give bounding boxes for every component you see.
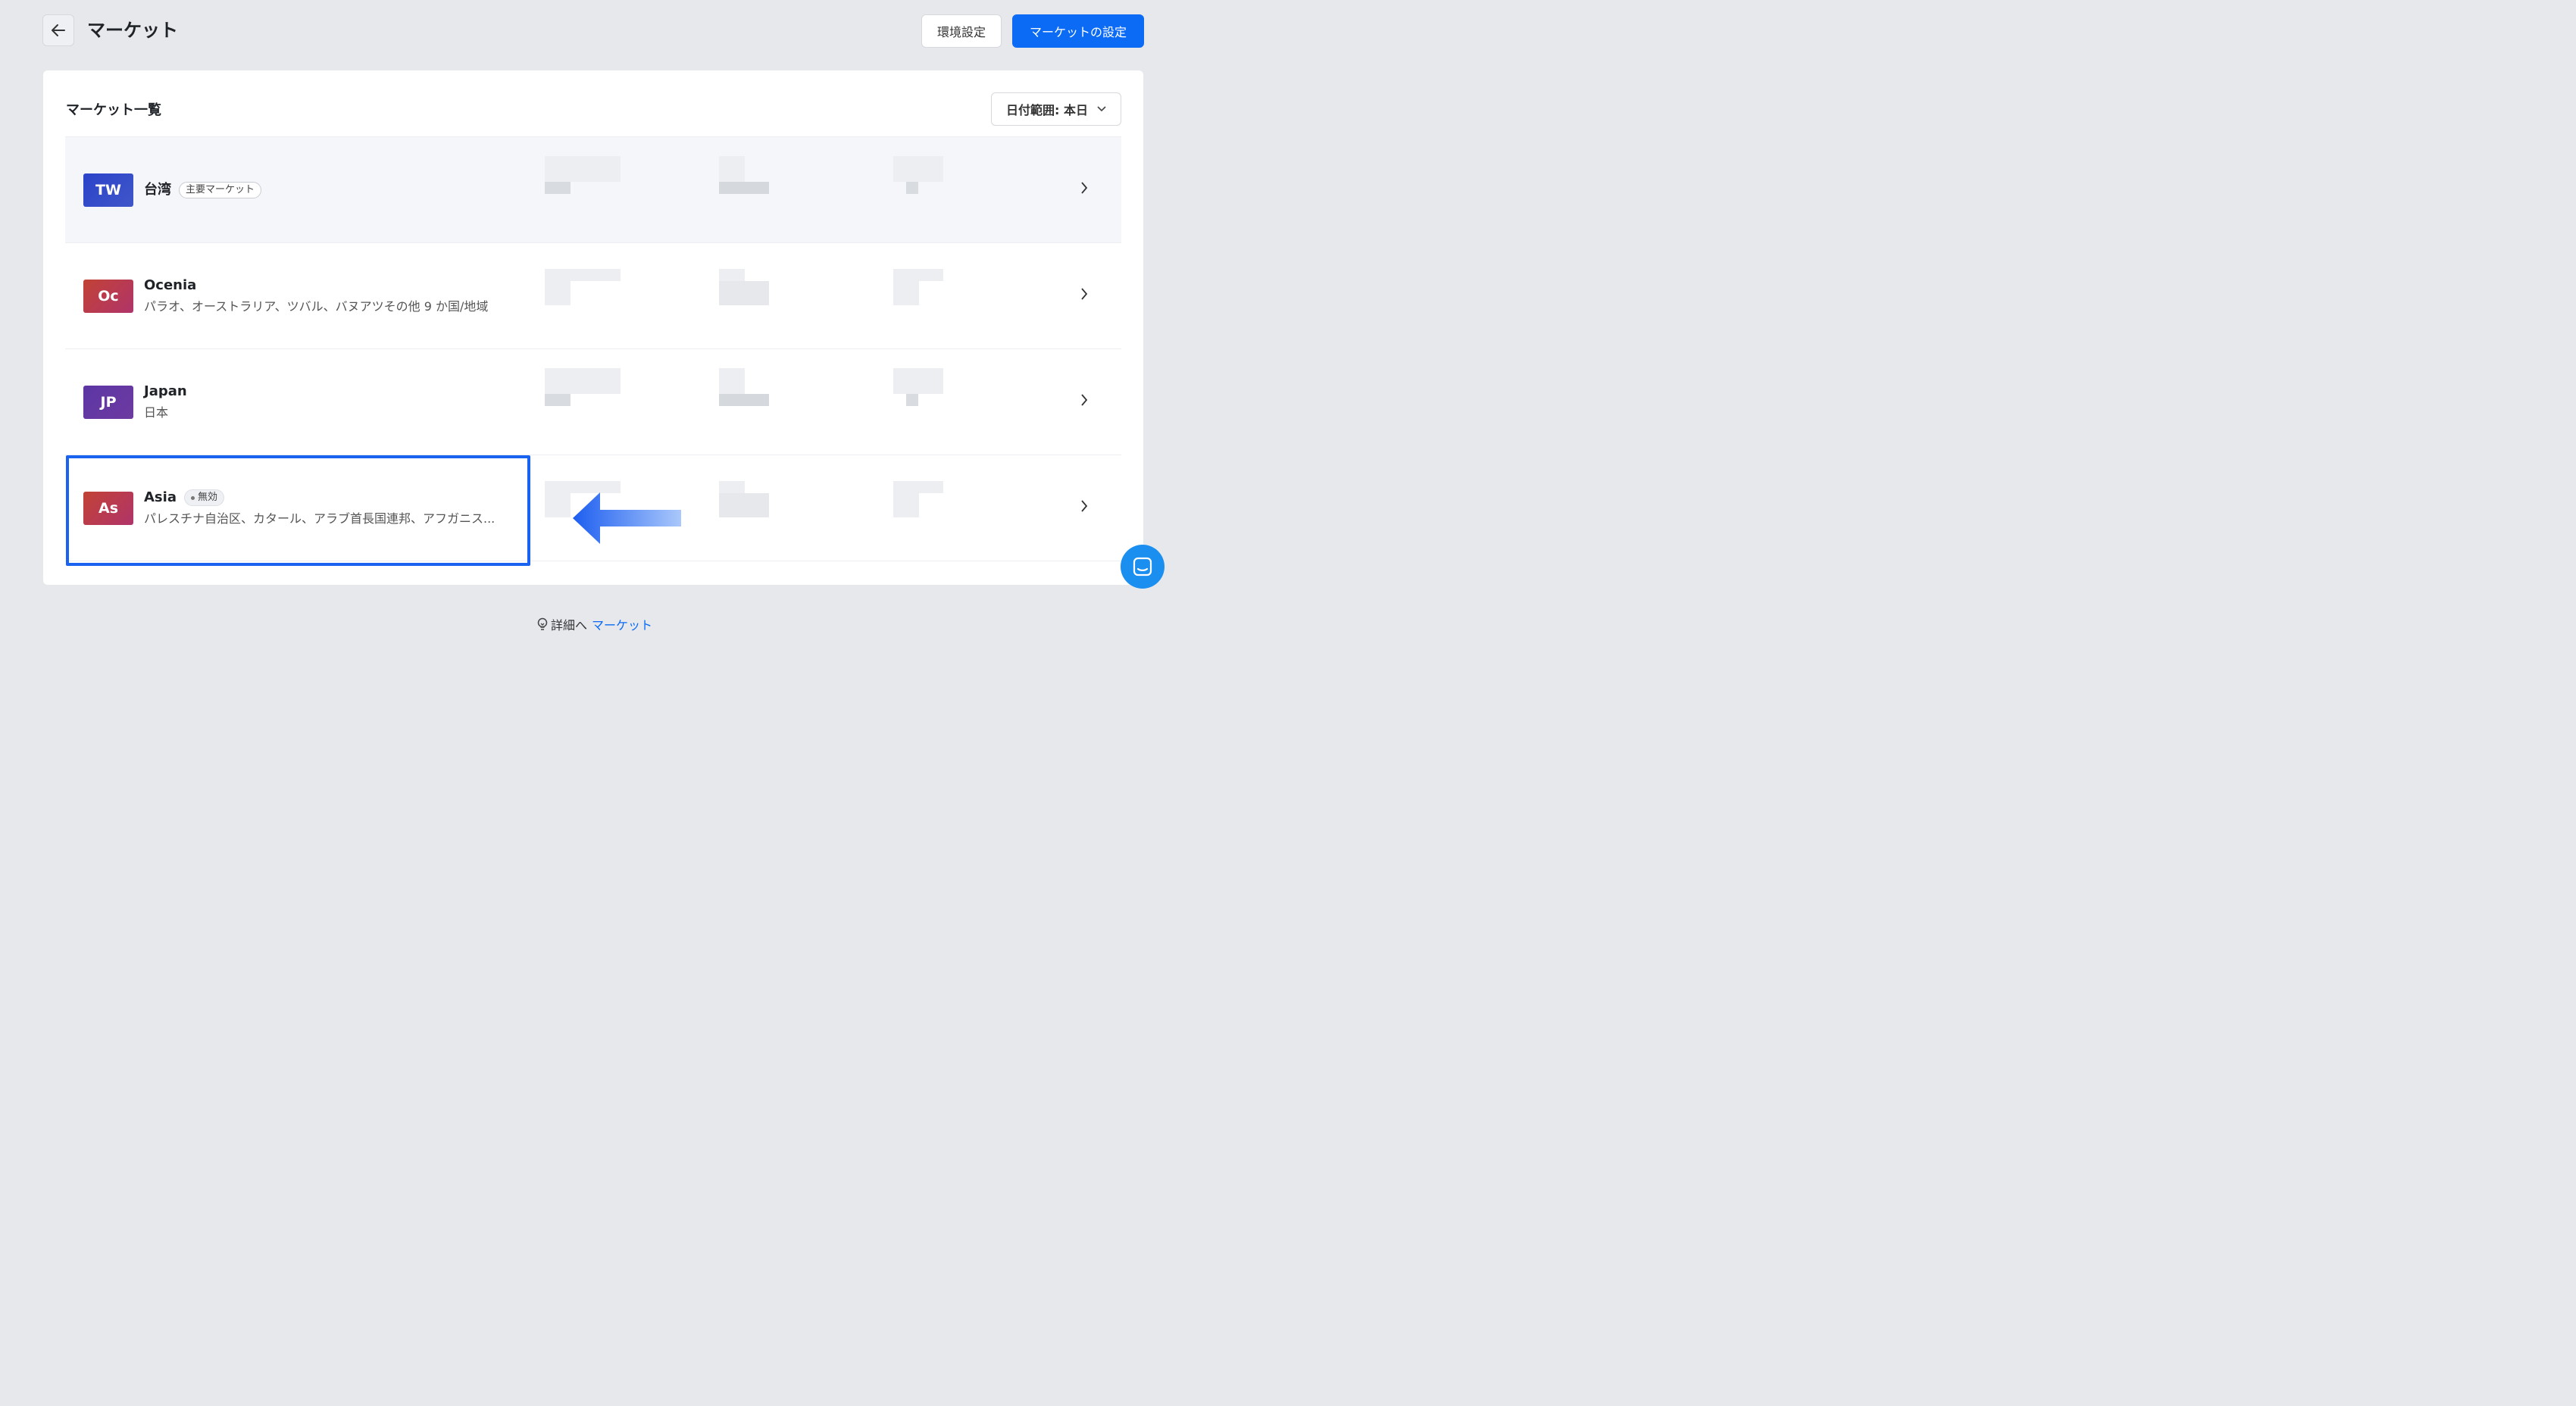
lightbulb-icon [537, 617, 548, 630]
section-title: マーケット一覧 [66, 102, 161, 118]
page-title: マーケット [87, 20, 178, 41]
market-description: パラオ、オーストラリア、ツバル、バヌアツその他 9 か国/地域 [144, 299, 489, 314]
chat-button[interactable] [1121, 545, 1165, 589]
market-row-japan[interactable]: JP Japan 日本 [65, 349, 1121, 455]
market-name-row: 台湾 主要マーケット [144, 181, 262, 199]
footer-help: 詳細へ マーケット [0, 615, 1188, 633]
market-settings-button[interactable]: マーケットの設定 [1012, 14, 1144, 48]
primary-market-badge: 主要マーケット [179, 182, 262, 198]
chevron-down-icon [1097, 106, 1106, 112]
date-range-label: 日付範囲: 本日 [1006, 103, 1088, 117]
chevron-right-icon [1081, 182, 1088, 194]
pointer-arrow-icon [573, 492, 681, 544]
market-description: 日本 [144, 405, 169, 420]
chat-icon [1133, 557, 1152, 576]
market-row-oceania[interactable]: Oc Ocenia パラオ、オーストラリア、ツバル、バヌアツその他 9 か国/地… [65, 243, 1121, 349]
market-name: Japan [144, 383, 187, 399]
chevron-right-icon [1081, 288, 1088, 300]
date-range-select[interactable]: 日付範囲: 本日 [991, 92, 1121, 126]
chevron-right-icon [1081, 500, 1088, 512]
avatar: TW [83, 173, 133, 207]
chevron-right-icon [1081, 394, 1088, 406]
market-name: Ocenia [144, 277, 197, 293]
footer-prefix: 詳細へ [550, 618, 587, 633]
redacted-metrics [520, 243, 974, 349]
avatar: Oc [83, 280, 133, 313]
avatar: JP [83, 386, 133, 419]
redacted-metrics [520, 137, 974, 243]
settings-button[interactable]: 環境設定 [921, 14, 1002, 48]
market-row-tw[interactable]: TW 台湾 主要マーケット [65, 137, 1121, 243]
arrow-left-icon [52, 24, 65, 36]
highlight-frame [66, 455, 530, 566]
back-button[interactable] [42, 14, 74, 46]
footer-market-link[interactable]: マーケット [592, 615, 652, 633]
market-name: 台湾 [144, 182, 171, 198]
redacted-metrics [520, 349, 974, 455]
